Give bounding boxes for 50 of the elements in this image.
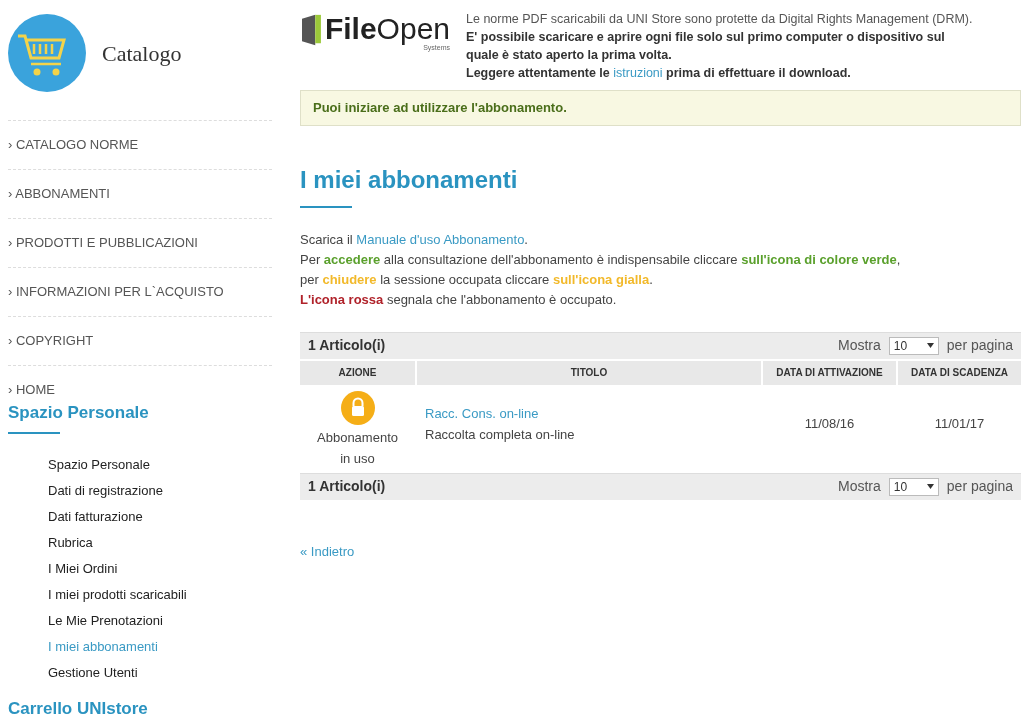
- page-size-select[interactable]: 10: [888, 336, 939, 355]
- shopping-cart-logo-icon: [8, 14, 86, 92]
- table-cell-text: 11/08/16: [804, 414, 855, 433]
- success-message: Puoi iniziare ad utilizzare l'abbonamento.: [300, 90, 1021, 126]
- column-header: TITOLO: [417, 360, 761, 385]
- table-cell-text: Raccolta completa on-line: [425, 425, 576, 444]
- action-status: Abbonamento in uso: [316, 428, 399, 468]
- section-heading: Carrello UNIstore: [8, 697, 149, 720]
- instruction-line: Per accedere alla consultazione dell'abbonamento è indispensabile cliccare sull'icona di colore verde,: [300, 250, 902, 269]
- nav-link[interactable]: › COPYRIGHT: [8, 331, 94, 351]
- drm-notice-line: Leggere attentamente le istruzioni prima di effettuare il download.: [466, 65, 852, 82]
- heading-underline: [8, 431, 60, 434]
- instruction-line: per chiudere la sessione occupata cliccare sull'icona gialla.: [300, 270, 654, 289]
- nav-link[interactable]: › HOME: [8, 380, 55, 400]
- table-cell-text: 11/01/17: [934, 414, 985, 433]
- sidebar-item[interactable]: Dati di registrazione: [48, 481, 272, 500]
- page-size-select[interactable]: 10: [888, 477, 939, 496]
- nav-link[interactable]: › INFORMAZIONI PER L`ACQUISTO: [8, 282, 224, 302]
- per-page-label: per pagina: [946, 477, 1013, 496]
- drm-notice-line: quale è stato aperto la prima volta.: [466, 47, 673, 64]
- show-label: Mostra: [838, 477, 881, 496]
- sidebar-item[interactable]: Dati fatturazione: [48, 507, 272, 526]
- sidebar-item[interactable]: I Miei Ordini: [48, 559, 272, 578]
- nav-link[interactable]: › CATALOGO NORME: [8, 135, 139, 155]
- door-icon: [302, 14, 321, 46]
- column-header: DATA DI ATTIVAZIONE: [763, 360, 896, 385]
- column-header: AZIONE: [300, 360, 415, 385]
- page-title: I miei abbonamenti: [300, 164, 519, 195]
- sidebar-item[interactable]: Le Mie Prenotazioni: [48, 611, 272, 630]
- drm-notice-line: E' possibile scaricare e aprire ogni file solo sul primo computer o dispositivo sul: [466, 29, 946, 46]
- logo-title: Catalogo: [102, 39, 182, 68]
- instruction-line: Scarica il Manuale d'uso Abbonamento.: [300, 230, 529, 249]
- nav-link[interactable]: › ABBONAMENTI: [8, 184, 110, 204]
- title-underline: [300, 205, 352, 208]
- sidebar-item[interactable]: Rubrica: [48, 533, 272, 552]
- section-heading: Spazio Personale: [8, 402, 150, 424]
- drm-notice-line: Le norme PDF scaricabili da UNI Store sono protette da Digital Rights Management (DRM).: [466, 11, 973, 28]
- item-count: 1 Articolo(i): [308, 477, 386, 496]
- instruction-line: L'icona rossa segnala che l'abbonamento è occupato.: [300, 290, 618, 309]
- column-header: DATA DI SCADENZA: [898, 360, 1021, 385]
- dropdown-caret-icon: [926, 343, 934, 348]
- padlock-icon[interactable]: [340, 390, 375, 425]
- show-label: Mostra: [838, 336, 881, 355]
- per-page-label: per pagina: [946, 336, 1013, 355]
- dropdown-caret-icon: [926, 484, 934, 489]
- sidebar-item[interactable]: I miei prodotti scaricabili: [48, 585, 272, 604]
- sidebar-item[interactable]: Spazio Personale: [48, 455, 272, 474]
- item-count: 1 Articolo(i): [308, 336, 386, 355]
- sidebar-item[interactable]: Gestione Utenti: [48, 663, 272, 682]
- nav-link[interactable]: › PRODOTTI E PUBBLICAZIONI: [8, 233, 198, 253]
